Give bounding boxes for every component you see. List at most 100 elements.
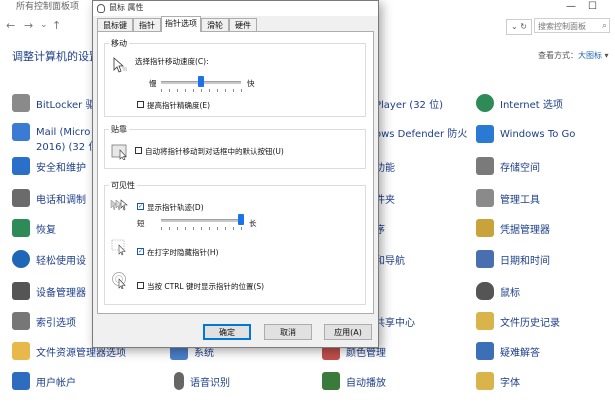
- motion-group: 移动 选择指针移动速度(C): 慢 快 提高指针精确度(E): [104, 38, 366, 117]
- forward-arrow-icon[interactable]: →: [24, 19, 33, 32]
- ok-button[interactable]: 确定: [203, 324, 251, 340]
- search-placeholder: 搜索控制面板: [538, 22, 586, 31]
- speed-label: 选择指针移动速度(C):: [135, 57, 209, 66]
- cp-item-date-time[interactable]: 日期和时间: [476, 248, 550, 270]
- visibility-group: 可见性 ✓ 显示指针轨迹(D) 短 长 ✓ 在打字时隐藏指针(H) 当按 CTR…: [104, 180, 366, 305]
- file-history-icon: [476, 312, 494, 330]
- tab-wheel[interactable]: 滑轮: [201, 18, 229, 31]
- snap-to-default-label: 自动将指针移动到对话框中的默认按钮(U): [145, 147, 284, 156]
- cp-item-file-history[interactable]: 文件历史记录: [476, 310, 560, 332]
- apply-button[interactable]: 应用(A): [324, 324, 372, 340]
- internet-options-icon: [476, 94, 494, 112]
- cp-item-troubleshooting[interactable]: 疑难解答: [476, 340, 540, 362]
- mail-icon: [12, 123, 30, 141]
- dialog-tabs: 鼠标键 指针 指针选项 滑轮 硬件: [97, 16, 367, 32]
- pointer-options-panel: 移动 选择指针移动速度(C): 慢 快 提高指针精确度(E) 贴靠 自动将指针移…: [97, 31, 374, 314]
- pointer-trails-label: 显示指针轨迹(D): [147, 203, 204, 212]
- visibility-group-label: 可见性: [109, 180, 137, 191]
- indexing-icon: [12, 312, 30, 330]
- cp-item-defender-firewall[interactable]: ows Defender 防火: [375, 121, 467, 143]
- view-by-selector[interactable]: 查看方式：大图标 ▾: [538, 50, 609, 61]
- cp-item-security-maintenance[interactable]: 安全和维护: [12, 155, 86, 177]
- search-input[interactable]: 搜索控制面板 ⌕: [534, 18, 610, 33]
- view-by-value[interactable]: 大图标: [578, 51, 602, 60]
- short-label: 短: [137, 219, 145, 228]
- mouse-icon: [97, 4, 105, 13]
- long-label: 长: [249, 219, 257, 228]
- window-controls[interactable]: —☐: [566, 0, 609, 14]
- page-title: 调整计算机的设置: [12, 50, 100, 63]
- snap-group-label: 贴靠: [109, 124, 129, 135]
- cp-item-bitlocker[interactable]: BitLocker 驱: [12, 92, 95, 114]
- pointer-trails-checkbox[interactable]: ✓: [137, 203, 144, 210]
- flag-icon: [12, 157, 30, 175]
- speed-slider-thumb[interactable]: [198, 76, 204, 87]
- clock-icon: [476, 250, 494, 268]
- pointer-trails-icon: [110, 199, 128, 211]
- hide-pointer-icon: [111, 239, 126, 256]
- snap-to-icon: [111, 144, 127, 160]
- trail-length-slider-thumb[interactable]: [237, 214, 244, 225]
- show-location-ctrl-label: 当按 CTRL 键时显示指针的位置(S): [147, 282, 265, 291]
- cp-item-network-sharing[interactable]: 共享中心: [375, 310, 415, 332]
- recent-dropdown-icon[interactable]: ⌄: [40, 20, 48, 30]
- search-icon: ⌕: [601, 21, 607, 31]
- cp-item-ease-of-access[interactable]: 轻松使用设: [12, 248, 86, 270]
- cp-item-taskbar-navigation[interactable]: 和导航: [375, 248, 405, 270]
- microphone-icon: [174, 372, 184, 390]
- cp-item-speech-recognition[interactable]: 语音识别: [170, 370, 230, 392]
- windows-to-go-icon: [476, 125, 494, 143]
- tab-pointer-options[interactable]: 指针选项: [161, 16, 201, 32]
- cp-item-internet-options[interactable]: Internet 选项: [476, 92, 563, 114]
- snap-to-default-checkbox[interactable]: [135, 147, 142, 154]
- device-manager-icon: [12, 282, 30, 300]
- cancel-button[interactable]: 取消: [264, 324, 312, 340]
- mouse-properties-dialog: 鼠标 属性 鼠标键 指针 指针选项 滑轮 硬件 移动 选择指针移动速度(C): …: [92, 0, 379, 348]
- hide-while-typing-label: 在打字时隐藏指针(H): [147, 248, 219, 257]
- cp-item-media-player[interactable]: Player (32 位): [375, 92, 443, 114]
- tab-hardware[interactable]: 硬件: [229, 18, 257, 31]
- phone-icon: [12, 189, 30, 207]
- recovery-icon: [12, 219, 30, 237]
- cp-item-autoplay[interactable]: 自动播放: [322, 370, 386, 392]
- address-dropdown-icon[interactable]: ⌄ ↻: [506, 19, 532, 35]
- slow-label: 慢: [149, 79, 157, 88]
- show-location-ctrl-checkbox[interactable]: [137, 282, 144, 289]
- cp-item-device-manager[interactable]: 设备管理器: [12, 280, 86, 302]
- hide-while-typing-checkbox[interactable]: ✓: [137, 248, 144, 255]
- cp-item-credential-manager[interactable]: 凭据管理器: [476, 217, 550, 239]
- storage-spaces-icon: [476, 157, 494, 175]
- speed-slider-ticks: [161, 89, 242, 92]
- cp-item-mouse[interactable]: 鼠标: [476, 280, 520, 302]
- admin-tools-icon: [476, 189, 494, 207]
- fast-label: 快: [247, 79, 255, 88]
- users-icon: [12, 372, 30, 390]
- pointer-location-icon: [112, 272, 126, 289]
- cp-item-storage-spaces[interactable]: 存储空间: [476, 155, 540, 177]
- cp-item-user-accounts[interactable]: 用户帐户: [12, 370, 76, 392]
- credential-manager-icon: [476, 219, 494, 237]
- dialog-titlebar[interactable]: 鼠标 属性: [93, 1, 378, 16]
- pointer-speed-icon: [113, 57, 127, 73]
- tab-pointers[interactable]: 指针: [133, 18, 161, 31]
- cp-item-indexing[interactable]: 索引选项: [12, 310, 76, 332]
- cp-item-recovery[interactable]: 恢复: [12, 217, 56, 239]
- enhance-precision-checkbox[interactable]: [137, 101, 144, 108]
- back-arrow-icon[interactable]: ←: [6, 19, 15, 32]
- tab-buttons[interactable]: 鼠标键: [97, 18, 133, 31]
- bitlocker-icon: [12, 94, 30, 112]
- snap-to-group: 贴靠 自动将指针移动到对话框中的默认按钮(U): [104, 124, 366, 169]
- cp-item-mail-line2: 2016) (32 位: [36, 141, 99, 153]
- cp-item-administrative-tools[interactable]: 管理工具: [476, 187, 540, 209]
- fonts-icon: [476, 372, 494, 390]
- enhance-precision-label: 提高指针精确度(E): [147, 101, 211, 110]
- dialog-title: 鼠标 属性: [109, 3, 144, 12]
- cp-item-windows-to-go[interactable]: Windows To Go: [476, 123, 575, 145]
- up-arrow-icon[interactable]: ↑: [52, 19, 61, 32]
- trail-length-slider-track[interactable]: [161, 219, 243, 222]
- cp-item-fonts[interactable]: 字体: [476, 370, 520, 392]
- cp-item-phone-modem[interactable]: 电话和调制: [12, 187, 86, 209]
- window-title: 所有控制面板项: [16, 2, 80, 12]
- troubleshoot-icon: [476, 342, 494, 360]
- ease-of-access-icon: [12, 250, 30, 268]
